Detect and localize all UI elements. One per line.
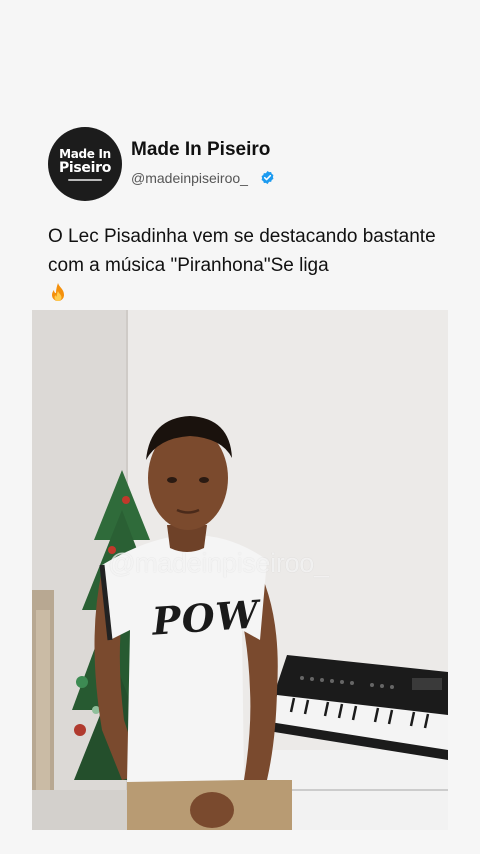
post-header: Made In Piseiro Made In Piseiro @madeinp… <box>48 127 275 201</box>
fire-icon <box>52 283 64 301</box>
display-name[interactable]: Made In Piseiro <box>131 139 275 161</box>
handle[interactable]: @madeinpiseiroo_ <box>131 170 248 186</box>
verified-badge-icon <box>261 170 274 185</box>
post-text: O Lec Pisadinha vem se destacando bastan… <box>48 226 436 276</box>
watermark: @madeinpiseiroo_ <box>108 548 329 578</box>
avatar-divider <box>68 178 102 181</box>
author-info: Made In Piseiro @madeinpiseiroo_ <box>131 139 275 186</box>
avatar-line-2: Piseiro <box>58 159 112 176</box>
avatar[interactable]: Made In Piseiro <box>48 127 122 201</box>
shirt-text: POW <box>150 591 261 644</box>
avatar-line-1: Made In <box>59 146 111 161</box>
handle-row: @madeinpiseiroo_ <box>131 170 275 186</box>
